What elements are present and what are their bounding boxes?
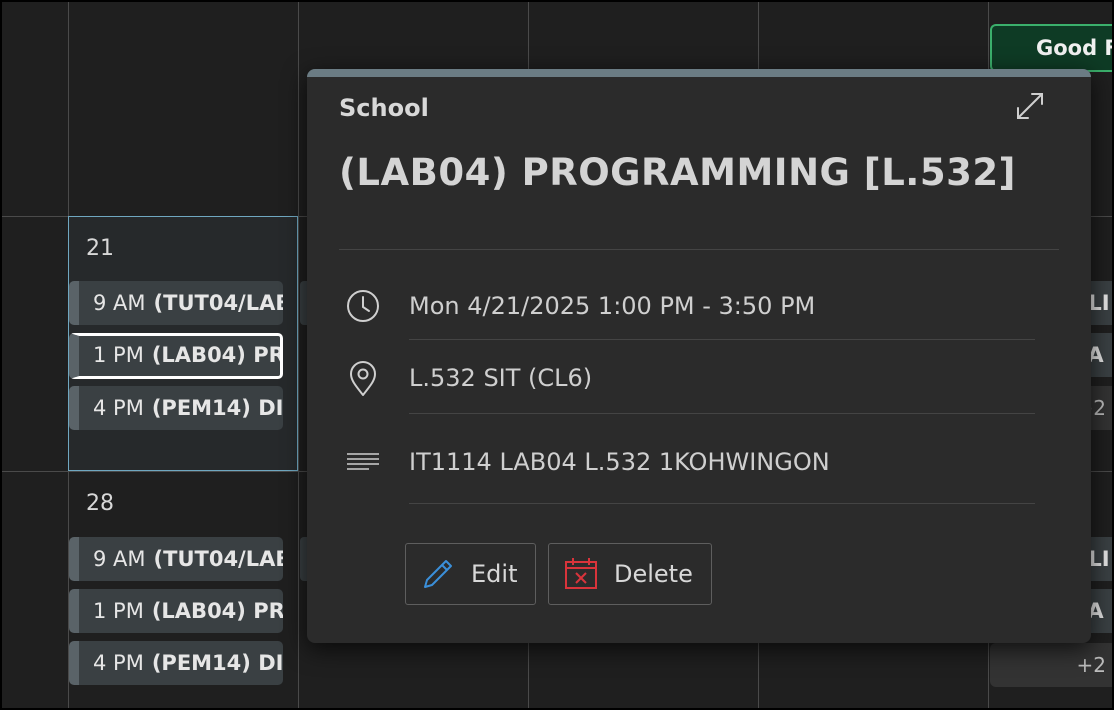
day-number[interactable]: 28 <box>86 491 114 516</box>
event-title: (LAB04) PROGRAMMING [L.532] <box>339 151 1016 194</box>
day-number[interactable]: 21 <box>86 236 114 261</box>
event-time: 9 AM <box>93 547 146 571</box>
calendar-event-focused[interactable]: 1 PM (LAB04) PR <box>69 333 283 379</box>
event-title: (LAB04) PR <box>151 599 283 623</box>
divider <box>409 339 1035 340</box>
divider <box>409 503 1035 504</box>
more-events-link[interactable]: +2 <box>990 643 1112 687</box>
event-time: 9 AM <box>93 291 146 315</box>
event-title: (PEM14) DIT <box>151 396 283 420</box>
delete-button[interactable]: Delete <box>548 543 712 605</box>
calendar-window: Good F 21 9 AM (TUT04/LAB 1 PM (LAB04) PR … <box>0 0 1114 710</box>
event-description: IT1114 LAB04 L.532 1KOHWINGON <box>409 448 830 476</box>
event-time-row: Mon 4/21/2025 1:00 PM - 3:50 PM <box>343 287 1043 327</box>
calendar-event[interactable]: 9 AM (TUT04/LAB <box>69 537 283 581</box>
event-time: 1 PM <box>93 343 144 367</box>
calendar-delete-icon <box>563 556 599 592</box>
location-pin-icon <box>343 359 383 399</box>
divider <box>409 413 1035 414</box>
pencil-icon <box>420 556 456 592</box>
event-location: L.532 SIT (CL6) <box>409 364 593 392</box>
event-title: (PEM14) DIT <box>151 651 283 675</box>
holiday-event-good-friday[interactable]: Good F <box>990 24 1112 72</box>
calendar-event[interactable]: 4 PM (PEM14) DIT <box>69 641 283 685</box>
event-datetime: Mon 4/21/2025 1:00 PM - 3:50 PM <box>409 292 816 320</box>
event-category: School <box>339 94 429 122</box>
category-color-bar <box>307 69 1091 77</box>
delete-button-label: Delete <box>614 560 693 588</box>
edit-button-label: Edit <box>471 560 518 588</box>
clock-icon <box>343 287 383 327</box>
event-time: 1 PM <box>93 599 144 623</box>
event-title: (TUT04/LAB <box>153 547 283 571</box>
event-description-row: IT1114 LAB04 L.532 1KOHWINGON <box>343 443 1043 483</box>
calendar-event[interactable]: 4 PM (PEM14) DIT <box>69 386 283 430</box>
edit-button[interactable]: Edit <box>405 543 536 605</box>
event-title: (TUT04/LAB <box>153 291 283 315</box>
event-location-row: L.532 SIT (CL6) <box>343 359 1043 399</box>
event-time: 4 PM <box>93 396 144 420</box>
notes-icon <box>343 443 383 483</box>
event-peek-popup: School (LAB04) PROGRAMMING [L.532] Mon 4… <box>307 69 1091 643</box>
calendar-event[interactable]: 9 AM (TUT04/LAB <box>69 281 283 325</box>
grid-line <box>298 2 299 708</box>
event-title: (LAB04) PR <box>151 343 283 367</box>
expand-icon[interactable] <box>1013 89 1047 123</box>
calendar-event[interactable]: 1 PM (LAB04) PR <box>69 589 283 633</box>
divider <box>339 249 1059 250</box>
event-time: 4 PM <box>93 651 144 675</box>
